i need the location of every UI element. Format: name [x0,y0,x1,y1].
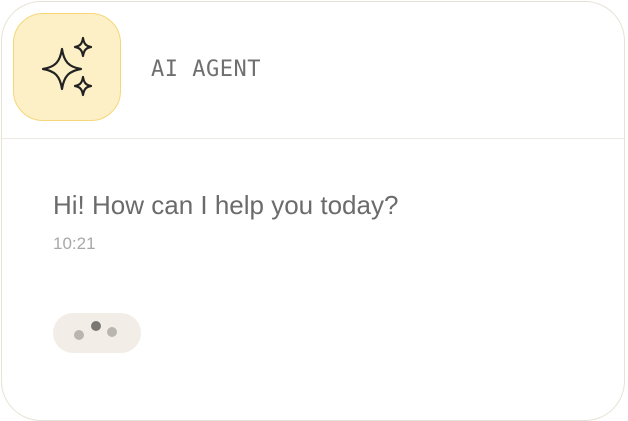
message-timestamp: 10:21 [53,234,96,253]
sparkles-icon [41,36,93,97]
typing-dot [107,327,117,337]
typing-indicator [53,313,141,353]
chat-card: AI AGENT Hi! How can I help you today? 1… [1,1,625,421]
typing-dot [74,330,84,340]
agent-avatar [13,13,121,121]
agent-message: Hi! How can I help you today? [53,190,399,220]
typing-dot [91,321,101,331]
agent-name: AI AGENT [151,57,261,82]
chat-header: AI AGENT [2,2,624,139]
